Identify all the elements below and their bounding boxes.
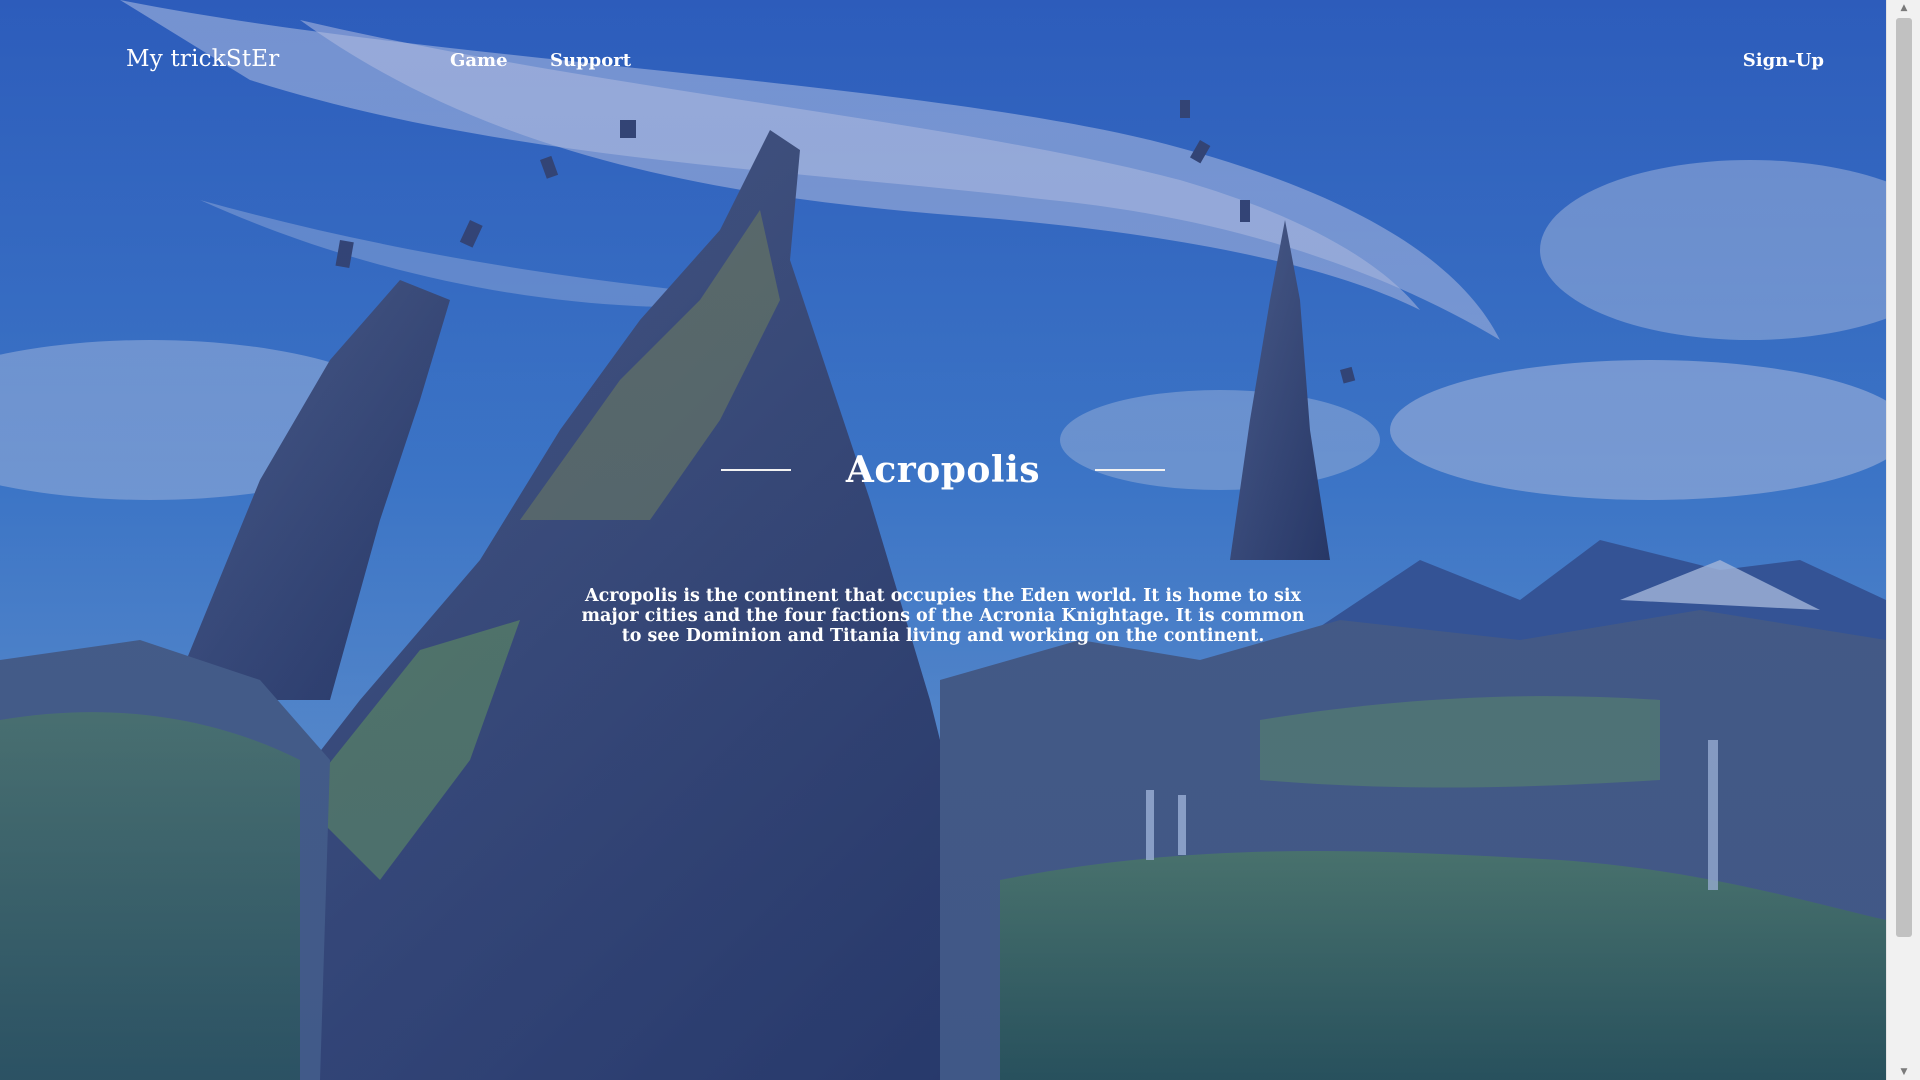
hero-description: Acropolis is the continent that occupies… [581, 585, 1305, 646]
page-title: Acropolis [845, 449, 1041, 491]
title-divider-right [1095, 469, 1166, 471]
top-navigation-bar: My trickStEr Game Support Sign-Up [0, 0, 1886, 125]
hero-background-image [0, 0, 1886, 1080]
scrollbar-thumb[interactable] [1896, 18, 1912, 937]
scroll-up-arrow-icon[interactable]: ▲ [1887, 0, 1920, 16]
hero-title-row: Acropolis [0, 440, 1886, 500]
scroll-down-arrow-icon[interactable]: ▼ [1887, 1064, 1920, 1080]
nav-link-support[interactable]: Support [550, 50, 631, 71]
vertical-scrollbar[interactable]: ▲ ▼ [1886, 0, 1920, 1080]
sign-up-link[interactable]: Sign-Up [1743, 50, 1824, 71]
nav-link-game[interactable]: Game [450, 50, 508, 71]
brand-logo-link[interactable]: My trickStEr [126, 46, 279, 72]
title-divider-left [720, 469, 791, 471]
